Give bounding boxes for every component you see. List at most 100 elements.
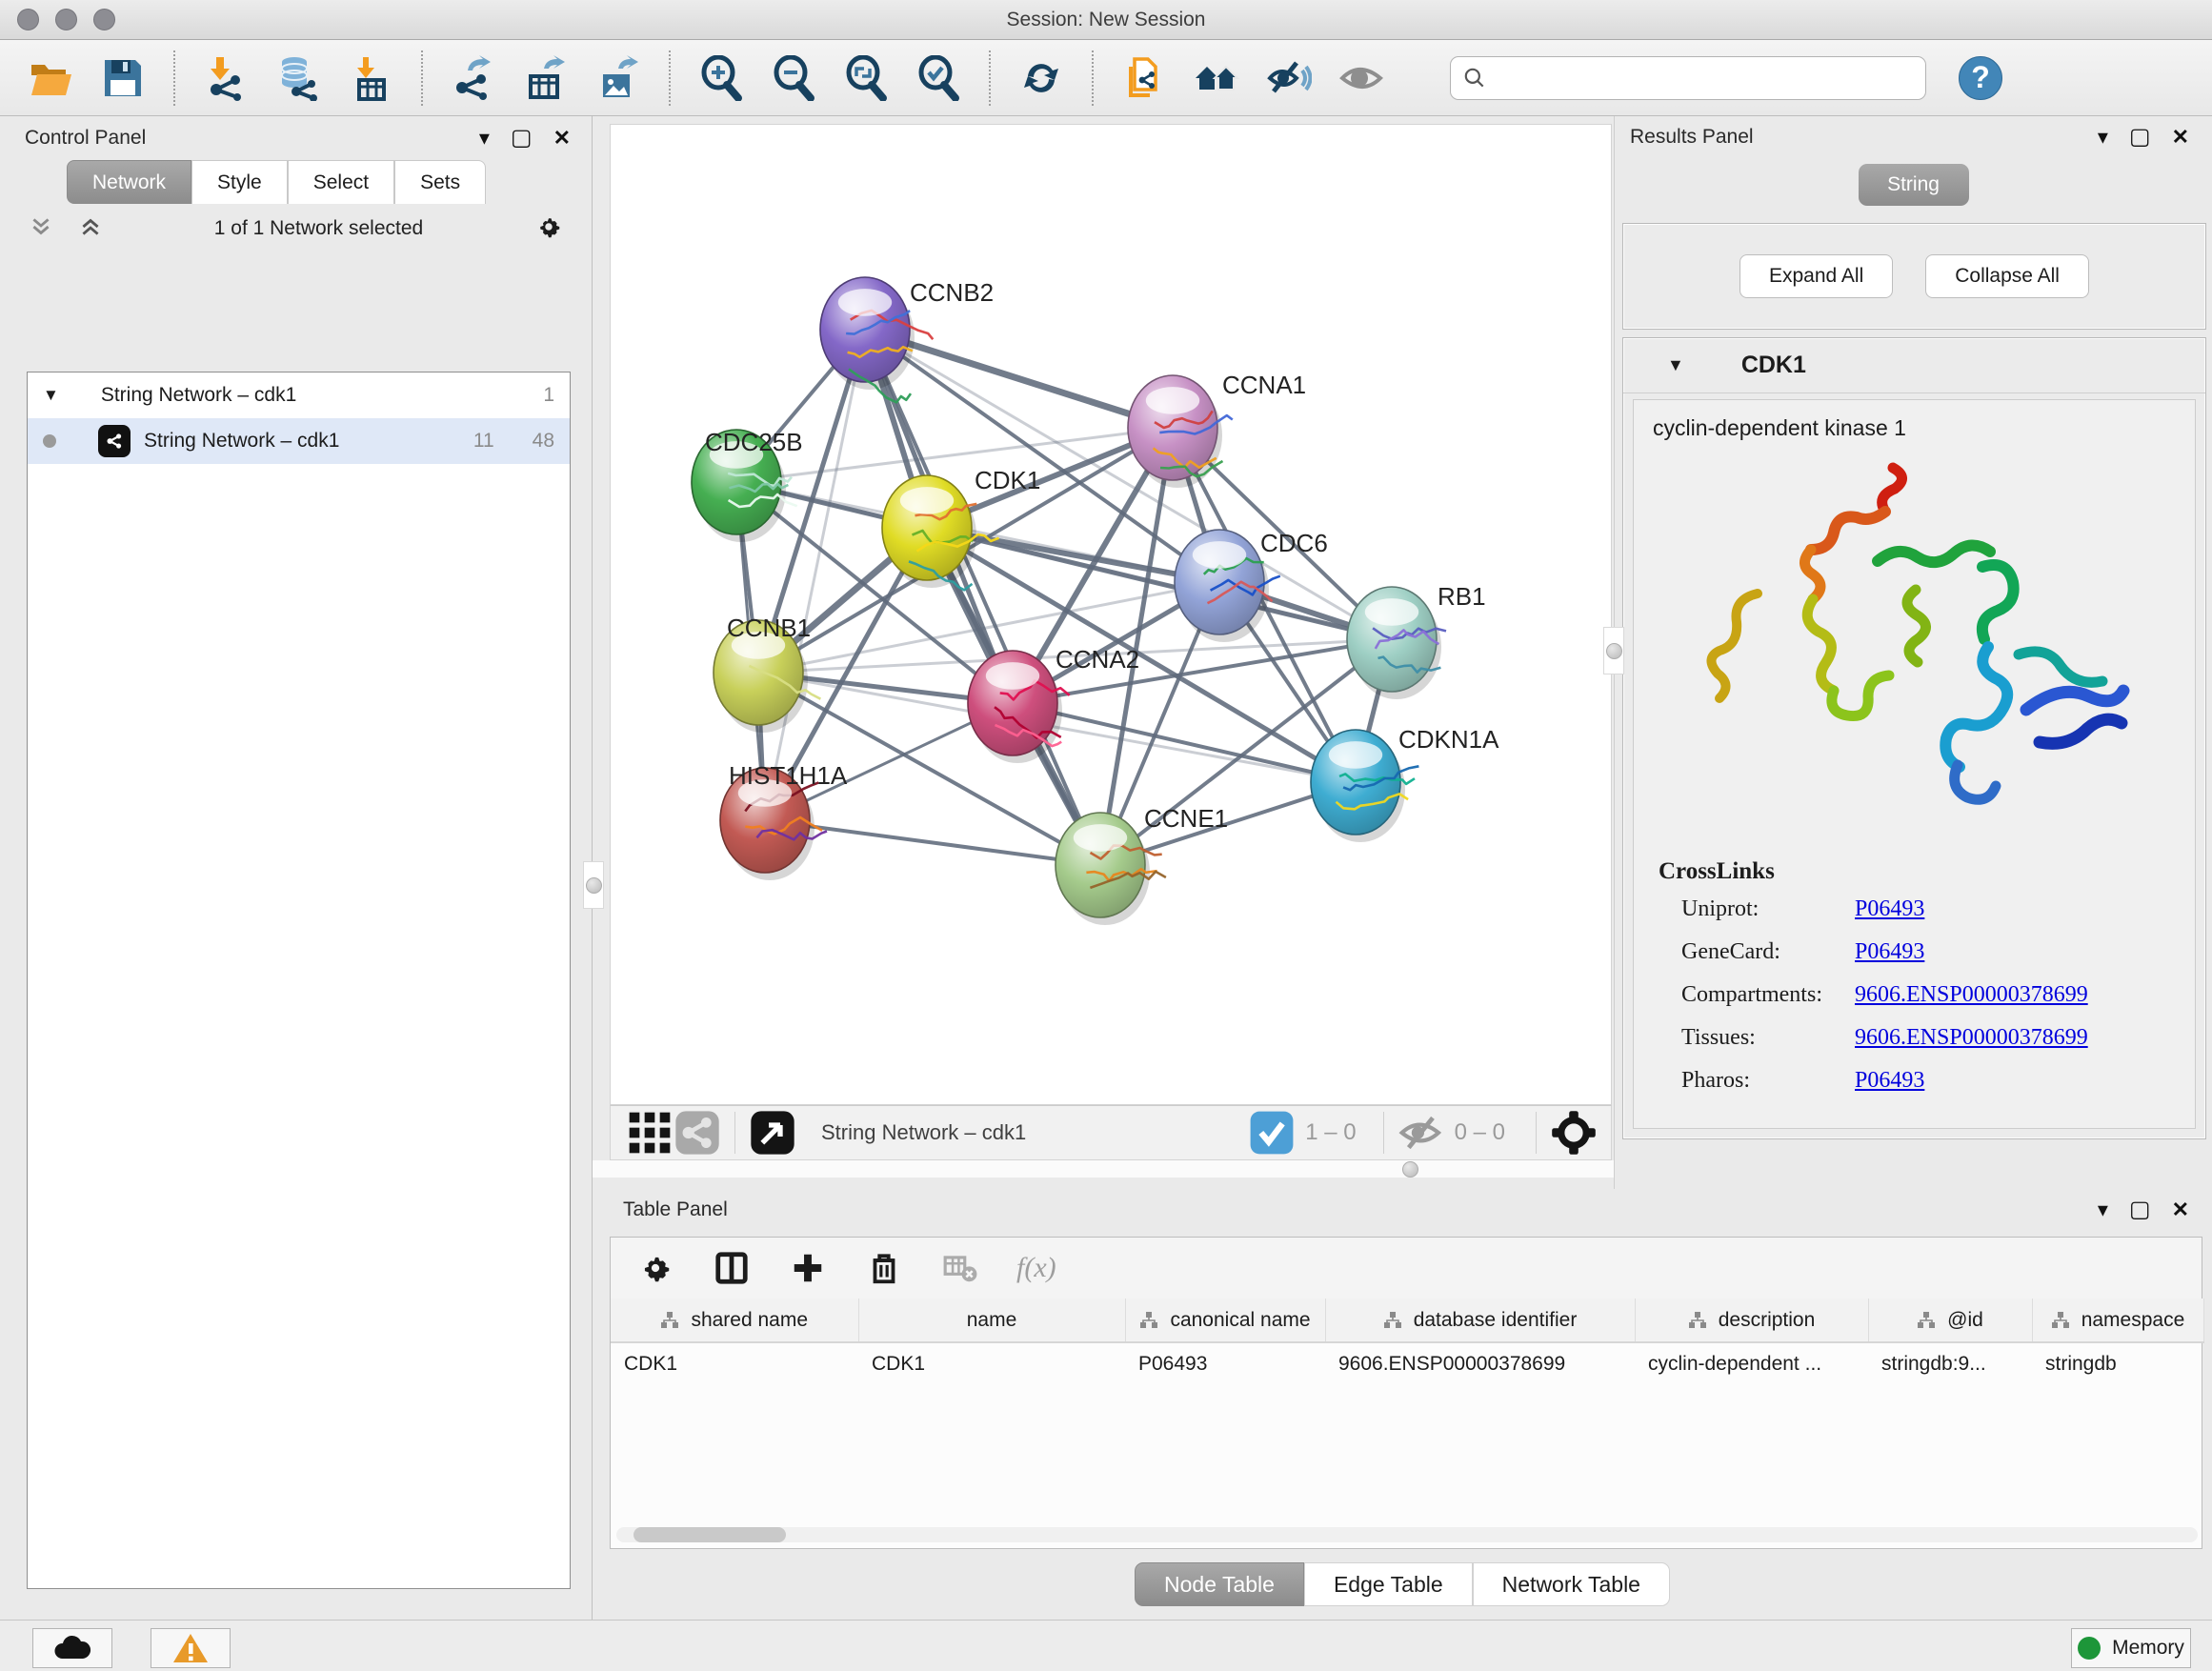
tab-network-table[interactable]: Network Table <box>1473 1562 1670 1606</box>
zoom-fit-icon[interactable] <box>842 54 890 102</box>
string-home-icon[interactable] <box>1193 54 1240 102</box>
table-cell[interactable]: stringdb:9... <box>1868 1342 2032 1384</box>
crosslink-link-tissues[interactable]: 9606.ENSP00000378699 <box>1855 1025 2088 1051</box>
tab-sets[interactable]: Sets <box>394 160 486 204</box>
scrollbar-thumb[interactable] <box>633 1527 786 1542</box>
delete-column-trash-icon[interactable] <box>864 1248 904 1288</box>
control-panel-maximize-icon[interactable]: ▢ <box>511 127 533 150</box>
network-node-CCNA2[interactable] <box>968 651 1070 763</box>
column-header-canonicalname[interactable]: canonical name <box>1125 1299 1325 1342</box>
table-cell[interactable]: 9606.ENSP00000378699 <box>1325 1342 1635 1384</box>
zoom-in-icon[interactable] <box>697 54 745 102</box>
zoom-out-icon[interactable] <box>770 54 817 102</box>
collapse-all-button[interactable]: Collapse All <box>1925 254 2089 298</box>
tab-select[interactable]: Select <box>288 160 394 204</box>
crosslink-link-pharos[interactable]: P06493 <box>1855 1068 1924 1094</box>
hidden-eye-slash-icon[interactable] <box>1398 1109 1445 1157</box>
status-bar: Memory <box>0 1620 2212 1671</box>
memory-status-dot <box>2078 1637 2101 1660</box>
zoom-selected-icon[interactable] <box>915 54 962 102</box>
right-splitter-handle[interactable] <box>1603 627 1624 674</box>
network-canvas[interactable]: CCNB2CCNA1CDC25BCDK1CDC6RB1CCNB1CCNA2CDK… <box>610 124 1612 1105</box>
control-panel-float-icon[interactable]: ▾ <box>479 128 490 149</box>
tab-edge-table[interactable]: Edge Table <box>1304 1562 1473 1606</box>
results-panel-close-icon[interactable]: ✕ <box>2172 127 2189 148</box>
crosslink-label: Tissues: <box>1659 1025 1855 1051</box>
table-horizontal-scrollbar[interactable] <box>616 1527 2198 1542</box>
collapse-all-networks-icon[interactable] <box>29 214 53 244</box>
table-cell[interactable]: cyclin-dependent ... <box>1635 1342 1868 1384</box>
crosslink-link-genecard[interactable]: P06493 <box>1855 939 1924 965</box>
control-panel-close-icon[interactable]: ✕ <box>553 128 571 149</box>
expand-all-button[interactable]: Expand All <box>1739 254 1893 298</box>
network-node-RB1[interactable] <box>1347 587 1446 699</box>
collection-expand-triangle-icon[interactable]: ▼ <box>43 386 59 405</box>
tab-network[interactable]: Network <box>67 160 191 204</box>
network-collection-row[interactable]: ▼ String Network – cdk1 1 <box>28 372 570 418</box>
results-panel-float-icon[interactable]: ▾ <box>2098 127 2108 148</box>
save-session-icon[interactable] <box>99 54 147 102</box>
network-edge-CCNA2-CDKN1A[interactable] <box>1013 703 1356 782</box>
node-label-CDC6: CDC6 <box>1260 529 1328 557</box>
tab-string[interactable]: String <box>1859 164 1969 206</box>
crosslink-link-compartments[interactable]: 9606.ENSP00000378699 <box>1855 982 2088 1008</box>
column-header-databaseidentifier[interactable]: database identifier <box>1325 1299 1635 1342</box>
column-label: namespace <box>2081 1309 2185 1332</box>
show-column-icon[interactable] <box>712 1248 752 1288</box>
tab-style[interactable]: Style <box>191 160 288 204</box>
export-image-icon[interactable] <box>594 54 642 102</box>
import-network-icon[interactable] <box>202 54 250 102</box>
refresh-icon[interactable] <box>1017 54 1065 102</box>
import-table-icon[interactable] <box>347 54 394 102</box>
table-cell[interactable]: stringdb <box>2032 1342 2203 1384</box>
warnings-button[interactable] <box>151 1628 231 1668</box>
column-header-id[interactable]: @id <box>1868 1299 2032 1342</box>
string-copy-icon[interactable] <box>1120 54 1168 102</box>
detach-view-icon[interactable] <box>749 1109 796 1157</box>
horizontal-splitter[interactable] <box>593 1160 1614 1178</box>
memory-button[interactable]: Memory <box>2071 1628 2191 1668</box>
column-header-name[interactable]: name <box>858 1299 1125 1342</box>
add-column-icon[interactable] <box>788 1248 828 1288</box>
table-panel-close-icon[interactable]: ✕ <box>2172 1199 2189 1220</box>
selected-checkbox-icon[interactable] <box>1248 1109 1296 1157</box>
cloud-status-button[interactable] <box>32 1628 112 1668</box>
network-share-icon[interactable] <box>674 1109 721 1157</box>
export-table-icon[interactable] <box>522 54 570 102</box>
crosslink-link-uniprot[interactable]: P06493 <box>1855 896 1924 922</box>
node-section-header[interactable]: ▼ CDK1 <box>1623 338 2205 393</box>
network-edge-CCNB2-CCNE1[interactable] <box>865 330 1100 865</box>
birdseye-target-icon[interactable] <box>1550 1109 1598 1157</box>
table-panel-maximize-icon[interactable]: ▢ <box>2129 1198 2151 1221</box>
table-cell[interactable]: CDK1 <box>858 1342 1125 1384</box>
column-header-sharedname[interactable]: shared name <box>611 1299 858 1342</box>
table-cell[interactable]: CDK1 <box>611 1342 858 1384</box>
grid-view-icon[interactable] <box>626 1109 674 1157</box>
node-label-CDK1: CDK1 <box>975 466 1040 494</box>
results-panel-maximize-icon[interactable]: ▢ <box>2129 126 2151 149</box>
open-session-icon[interactable] <box>27 54 74 102</box>
table-cell[interactable]: P06493 <box>1125 1342 1325 1384</box>
table-row[interactable]: CDK1CDK1P064939606.ENSP00000378699cyclin… <box>611 1342 2203 1384</box>
network-row[interactable]: String Network – cdk1 11 48 <box>28 418 570 464</box>
expand-all-networks-icon[interactable] <box>78 214 103 244</box>
export-network-icon[interactable] <box>450 54 497 102</box>
section-expand-triangle-icon[interactable]: ▼ <box>1667 355 1684 375</box>
string-hide-icon[interactable] <box>1265 54 1313 102</box>
column-header-description[interactable]: description <box>1635 1299 1868 1342</box>
network-edge-count: 48 <box>533 430 554 453</box>
column-header-namespace[interactable]: namespace <box>2032 1299 2203 1342</box>
left-splitter-handle[interactable] <box>583 861 604 909</box>
delete-table-icon <box>940 1248 980 1288</box>
search-box[interactable] <box>1450 56 1926 100</box>
table-panel-float-icon[interactable]: ▾ <box>2098 1199 2108 1220</box>
tab-node-table[interactable]: Node Table <box>1135 1562 1304 1606</box>
string-show-icon[interactable] <box>1337 54 1385 102</box>
help-button[interactable]: ? <box>1959 56 2002 100</box>
network-options-gear-icon[interactable] <box>534 212 563 246</box>
search-input[interactable] <box>1495 67 1914 89</box>
import-network-from-database-icon[interactable] <box>274 54 322 102</box>
table-settings-gear-icon[interactable] <box>635 1248 675 1288</box>
table-toolbar: f(x) <box>611 1238 2202 1299</box>
crosslink-row: Tissues:9606.ENSP00000378699 <box>1659 1025 2195 1051</box>
